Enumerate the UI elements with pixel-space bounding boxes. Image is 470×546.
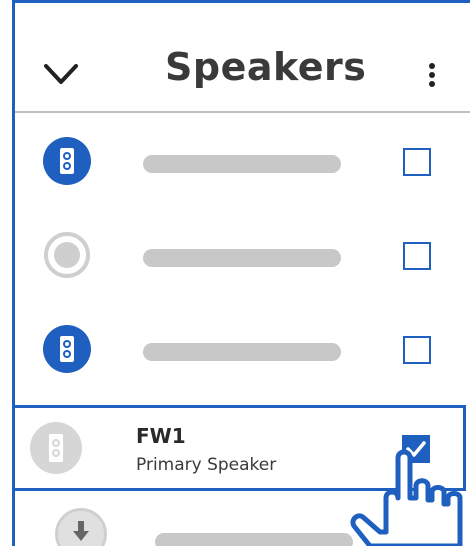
placeholder-bar bbox=[143, 155, 341, 173]
placeholder-bar bbox=[143, 343, 341, 361]
placeholder-bar bbox=[155, 533, 353, 546]
more-vertical-icon[interactable] bbox=[427, 61, 437, 91]
speaker-icon bbox=[43, 137, 91, 185]
speaker-icon bbox=[30, 422, 82, 474]
hand-pointer-icon bbox=[350, 449, 463, 546]
chevron-down-icon[interactable] bbox=[43, 58, 79, 88]
page-title: Speakers bbox=[165, 45, 367, 89]
speaker-checkbox[interactable] bbox=[403, 148, 431, 176]
speaker-checkbox[interactable] bbox=[403, 336, 431, 364]
download-icon bbox=[55, 508, 107, 546]
speaker-checkbox[interactable] bbox=[403, 242, 431, 270]
speaker-name: FW1 bbox=[136, 424, 186, 448]
list-item[interactable] bbox=[15, 303, 470, 391]
speaker-icon bbox=[43, 325, 91, 373]
list-item[interactable] bbox=[15, 115, 470, 203]
speaker-subtitle: Primary Speaker bbox=[136, 455, 277, 475]
radio-icon bbox=[43, 231, 91, 279]
placeholder-bar bbox=[143, 249, 341, 267]
list-item[interactable] bbox=[15, 209, 470, 297]
header: Speakers bbox=[15, 3, 470, 113]
